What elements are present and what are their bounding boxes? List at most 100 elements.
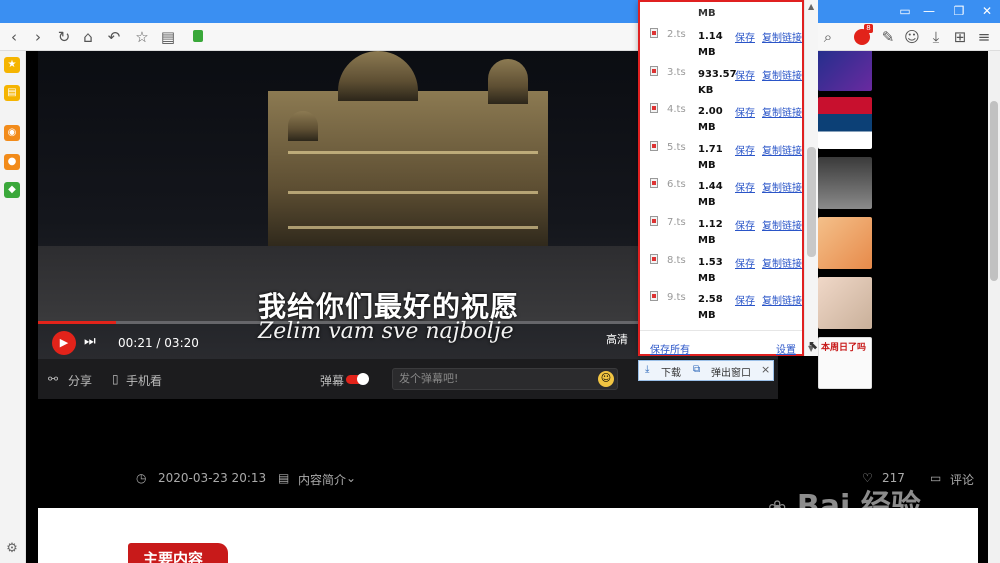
play-button[interactable]: ▶ [52,331,76,355]
file-size-unit: MB [698,272,716,284]
menu-icon[interactable]: ≡ [974,27,994,47]
file-icon [650,291,658,302]
file-size: 1.14 MB [698,29,734,61]
popup-footer: 保存所有 设置 [640,330,802,356]
back-icon[interactable]: ‹ [4,27,24,47]
eraser-icon[interactable]: ✎ [878,27,898,47]
file-size-value: 1.44 [698,181,723,193]
publish-date: 2020-03-23 20:13 [158,471,267,485]
copy-link[interactable]: 复制链接 [762,255,802,270]
settings-link[interactable]: 设置 [776,341,796,356]
file-icon [650,28,658,38]
comment-icon[interactable]: ▭ [930,471,941,485]
save-link[interactable]: 保存 [735,142,755,157]
intro-icon: ▤ [278,471,290,485]
download-button[interactable]: 下载 [661,364,681,379]
intro-button[interactable]: 内容简介 [298,471,346,488]
danmaku-toggle[interactable] [346,373,369,385]
download-bar: ⤓ 下载 ⧉ 弹出窗口 × [638,360,774,381]
title-bar: ▭ — ❐ ✕ [0,0,1000,23]
page-scrollbar[interactable] [988,51,1000,563]
close-window-button[interactable]: ✕ [972,0,1000,23]
mobile-icon[interactable]: ▯ [112,372,119,386]
forward-icon[interactable]: › [28,27,48,47]
watermark-url: jingyan.baidu.com [794,522,924,538]
favorites-icon[interactable]: ★ [4,57,20,73]
file-size: 1.12 MB [698,217,734,249]
close-icon[interactable]: × [761,363,770,376]
emoji-icon[interactable]: ☺ [598,371,614,387]
thumbnail[interactable] [818,97,872,149]
media-row: 8.ts 1.53 MB 保存 复制链接 [640,252,802,289]
rss-icon[interactable]: ◉ [4,125,20,141]
thumbnail[interactable]: 本周日了吗 [818,337,872,389]
popup-scrollbar[interactable]: ▲ ▼ [804,0,818,356]
game-icon[interactable]: ◆ [4,182,20,198]
next-icon[interactable]: ⏭ [84,334,96,349]
download-icon[interactable]: ⤓ [645,364,649,375]
save-all-link[interactable]: 保存所有 [650,341,690,356]
danmaku-input[interactable]: 发个弹幕吧! [392,368,618,390]
notes-icon[interactable]: ▤ [4,85,20,101]
weibo-icon[interactable]: ● [4,154,20,170]
notification-badge: 8 [864,24,873,33]
star-icon[interactable]: ☆ [132,27,152,47]
popout-icon[interactable]: ⧉ [693,364,700,375]
copy-link[interactable]: 复制链接 [762,29,802,44]
file-name: 3.ts [667,66,686,78]
share-icon[interactable]: ⚯ [48,372,58,386]
popup-scroll-thumb[interactable] [807,147,816,257]
popout-button[interactable]: 弹出窗口 [711,364,751,379]
quality-button[interactable]: 高清 [606,331,628,347]
file-size-value: 2.58 [698,294,723,306]
copy-link[interactable]: 复制链接 [762,292,802,307]
copy-link[interactable]: 复制链接 [762,217,802,232]
current-time: 00:21 [118,336,153,350]
save-link[interactable]: 保存 [735,67,755,82]
thumbnail-caption: 本周日了吗 [821,343,867,353]
search-icon[interactable]: ⌕ [818,27,838,47]
copy-link[interactable]: 复制链接 [762,104,802,119]
save-link[interactable]: 保存 [735,104,755,119]
thumbnail[interactable] [818,217,872,269]
file-size-value: 1.14 [698,31,723,42]
file-name: 6.ts [667,179,686,191]
share-button[interactable]: 分享 [68,372,92,389]
file-size-unit: MB [698,47,716,58]
media-row: 2.ts 1.14 MB 保存 复制链接 [640,26,802,63]
cursor-icon: ⬉ [808,338,819,352]
main-content-tab[interactable]: 主要内容 [128,543,228,563]
settings-icon[interactable]: ⚙ [4,541,20,557]
save-link[interactable]: 保存 [735,255,755,270]
time-separator: / [156,336,161,350]
mobile-button[interactable]: 手机看 [126,372,162,389]
thumbnail[interactable] [818,277,872,329]
copy-link[interactable]: 复制链接 [762,67,802,82]
apps-icon[interactable]: ⊞ [950,27,970,47]
file-size: 2.00 MB [698,104,734,136]
comment-button[interactable]: 评论 [950,471,974,488]
minimize-button[interactable]: — [914,0,944,23]
copy-link[interactable]: 复制链接 [762,179,802,194]
time-display: 00:21 / 03:20 [118,336,199,350]
refresh-icon[interactable]: ↻ [54,27,74,47]
page-scroll-thumb[interactable] [990,101,998,281]
thumbnail[interactable] [818,157,872,209]
restore-button[interactable]: ❐ [944,0,974,23]
download-icon[interactable]: ⤓ [926,27,946,47]
save-link[interactable]: 保存 [735,29,755,44]
home-icon[interactable]: ⌂ [78,27,98,47]
scroll-up-icon[interactable]: ▲ [808,2,814,11]
copy-link[interactable]: 复制链接 [762,142,802,157]
save-link[interactable]: 保存 [735,292,755,307]
file-size: 933.57 KB [698,67,737,99]
user-icon[interactable]: ☺ [902,27,922,47]
file-icon [650,253,658,264]
thumbnail[interactable] [818,51,872,91]
baidu-watermark: ❀ Bai 经验 [768,481,921,525]
save-link[interactable]: 保存 [735,217,755,232]
chevron-down-icon[interactable]: ⌄ [346,471,356,485]
save-link[interactable]: 保存 [735,179,755,194]
reader-icon[interactable]: ▤ [158,27,178,47]
undo-icon[interactable]: ↶ [104,27,124,47]
